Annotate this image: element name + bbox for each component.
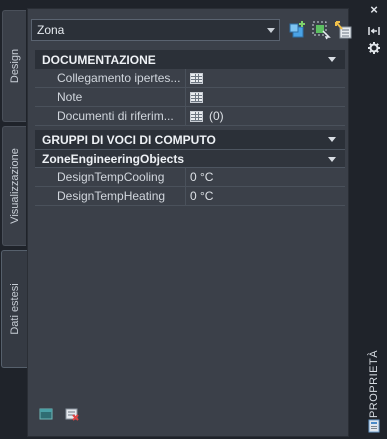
property-value[interactable]: 0 °C <box>186 187 345 205</box>
property-label: Note <box>52 88 186 106</box>
section-documentazione-title: DOCUMENTAZIONE <box>42 52 156 67</box>
tab-dati-estesi[interactable]: Dati estesi <box>1 250 28 368</box>
property-row[interactable]: Documenti di riferim... (0) <box>35 107 345 126</box>
palette-title: PROPRIETÀ <box>368 349 380 419</box>
property-row[interactable]: Note <box>35 88 345 107</box>
collapse-chevron-icon[interactable] <box>328 157 336 162</box>
property-row[interactable]: DesignTempCooling 0 °C <box>35 168 345 187</box>
section-gruppi-voci-computo[interactable]: GRUPPI DI VOCI DI COMPUTO <box>35 130 345 149</box>
select-objects-icon[interactable] <box>311 20 331 40</box>
add-object-icon[interactable] <box>287 20 307 40</box>
auto-hide-icon[interactable] <box>367 24 381 38</box>
property-value[interactable]: (0) <box>186 107 345 125</box>
section-documentazione[interactable]: DOCUMENTAZIONE <box>35 50 345 69</box>
collapse-chevron-icon[interactable] <box>328 57 336 62</box>
tab-visualizzazione[interactable]: Visualizzazione <box>2 126 26 246</box>
close-icon[interactable]: × <box>367 3 381 17</box>
property-label: Documenti di riferim... <box>52 107 186 125</box>
properties-palette-icon[interactable] <box>367 419 381 433</box>
property-label: DesignTempCooling <box>52 168 186 186</box>
tab-design-label: Design <box>8 48 21 84</box>
property-row[interactable]: DesignTempHeating 0 °C <box>35 187 345 206</box>
property-grid: DOCUMENTAZIONE Collegamento ipertes... N… <box>35 49 345 206</box>
bottom-toolbar <box>39 407 79 424</box>
tab-dati-estesi-label: Dati estesi <box>9 283 21 335</box>
properties-panel: Zona DOCUMENTAZIONE Collegamento ipertes… <box>27 8 352 437</box>
collapse-chevron-icon[interactable] <box>328 137 336 142</box>
quick-select-icon[interactable] <box>334 20 354 40</box>
palette-title-strip: × PROPRIETÀ <box>361 0 387 439</box>
remove-property-set-icon[interactable] <box>65 407 79 424</box>
chevron-down-icon <box>267 28 275 33</box>
add-property-set-icon[interactable] <box>39 407 53 424</box>
reference-count: (0) <box>209 109 224 123</box>
property-value[interactable] <box>186 69 345 87</box>
subsection-zone-engineering-objects[interactable]: ZoneEngineeringObjects <box>35 149 345 168</box>
tab-strip: Design Visualizzazione Dati estesi <box>0 0 28 439</box>
property-value[interactable]: 0 °C <box>186 168 345 186</box>
tab-visualizzazione-label: Visualizzazione <box>8 148 21 224</box>
object-type-select[interactable]: Zona <box>31 19 280 41</box>
table-icon[interactable] <box>190 91 203 103</box>
property-label: Collegamento ipertes... <box>52 69 186 87</box>
property-row[interactable]: Collegamento ipertes... <box>35 69 345 88</box>
property-value[interactable] <box>186 88 345 106</box>
object-type-value: Zona <box>37 23 65 37</box>
gear-icon[interactable] <box>367 41 381 55</box>
property-label: DesignTempHeating <box>52 187 186 205</box>
tab-design[interactable]: Design <box>2 10 26 122</box>
table-icon[interactable] <box>190 72 203 84</box>
section-gruppi-title: GRUPPI DI VOCI DI COMPUTO <box>42 132 216 147</box>
subsection-title: ZoneEngineeringObjects <box>42 151 185 166</box>
table-icon[interactable] <box>190 110 203 122</box>
